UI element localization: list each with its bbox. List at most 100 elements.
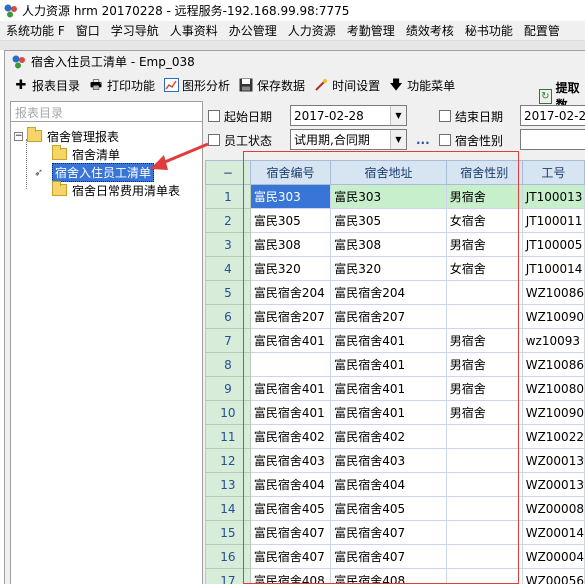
table-cell[interactable]: 富民宿舍207 (330, 304, 447, 329)
table-cell[interactable]: 富民宿舍204 (249, 280, 332, 305)
row-number[interactable]: 1 (205, 184, 251, 209)
table-cell[interactable] (445, 568, 523, 584)
menu-item[interactable]: 人事资料 (164, 22, 223, 39)
start-date-checkbox[interactable] (208, 110, 220, 122)
dorm-gender-input[interactable] (520, 129, 585, 150)
employee-status-checkbox-row[interactable]: 员工状态 (208, 129, 272, 151)
menu-item[interactable]: 系统功能 F (0, 22, 70, 39)
column-header-dorm-no[interactable]: 宿舍编号 (249, 160, 332, 185)
menu-item[interactable]: 绩效考核 (400, 22, 459, 39)
end-date-picker[interactable]: 2017-02-28 (520, 105, 585, 126)
table-cell[interactable]: 富民宿舍408 (330, 568, 447, 584)
table-cell[interactable]: 富民宿舍407 (249, 544, 332, 569)
table-row[interactable]: 5 富民宿舍204 富民宿舍204 WZ10086 (205, 280, 585, 305)
table-cell[interactable]: 男宿舍 (445, 328, 523, 353)
tree-node-resident-list[interactable]: ➶ 宿舍入住员工清单 (34, 162, 155, 182)
table-cell[interactable]: JT100005 (521, 232, 585, 257)
collapse-icon[interactable]: − (14, 131, 23, 141)
row-number[interactable]: 3 (205, 232, 251, 257)
table-cell[interactable]: 富民320 (330, 256, 447, 281)
table-cell[interactable]: 富民303 (249, 184, 332, 209)
table-cell[interactable]: JT100014 (521, 256, 585, 281)
table-cell[interactable]: WZ10022 (521, 424, 585, 449)
table-cell[interactable]: WZ10086 (521, 352, 585, 377)
table-cell[interactable]: 男宿舍 (445, 376, 523, 401)
table-row[interactable]: 12 富民宿舍403 富民宿舍403 WZ00013 (205, 448, 585, 473)
table-cell[interactable]: 富民宿舍405 (330, 496, 447, 521)
table-cell[interactable]: 男宿舍 (445, 400, 523, 425)
row-header-corner[interactable]: − (205, 160, 251, 185)
table-cell[interactable]: 男宿舍 (445, 232, 523, 257)
end-date-checkbox-row[interactable]: 结束日期 (439, 105, 503, 127)
table-cell[interactable]: 富民305 (249, 208, 332, 233)
table-cell[interactable]: WZ00056 (521, 568, 585, 584)
tree-node-daily-expense[interactable]: 宿舍日常费用清单表 (52, 181, 180, 199)
row-number[interactable]: 12 (205, 448, 251, 473)
table-cell[interactable]: 富民宿舍407 (330, 544, 447, 569)
dorm-gender-checkbox-row[interactable]: 宿舍性别 (439, 129, 503, 151)
table-cell[interactable]: 富民宿舍401 (249, 376, 332, 401)
table-cell[interactable]: WZ10086 (521, 280, 585, 305)
table-row[interactable]: 13 富民宿舍404 富民宿舍404 WZ00013 (205, 472, 585, 497)
menu-item[interactable]: 办公管理 (223, 22, 282, 39)
table-cell[interactable]: 富民宿舍402 (330, 424, 447, 449)
table-cell[interactable] (445, 304, 523, 329)
table-cell[interactable]: JT100013 (521, 184, 585, 209)
row-number[interactable]: 9 (205, 376, 251, 401)
start-date-checkbox-row[interactable]: 起始日期 (208, 105, 272, 127)
status-ellipsis-button[interactable]: ... (416, 129, 430, 151)
dorm-gender-checkbox[interactable] (439, 134, 451, 146)
tree-node-dormitory-list[interactable]: 宿舍清单 (52, 145, 120, 163)
print-button[interactable]: 🖶 打印功能 (88, 77, 155, 94)
table-cell[interactable]: 女宿舍 (445, 208, 523, 233)
dropdown-arrow-icon[interactable]: ▼ (390, 130, 406, 149)
menu-item[interactable]: 秘书功能 (459, 22, 518, 39)
row-number[interactable]: 14 (205, 496, 251, 521)
table-cell[interactable] (445, 280, 523, 305)
tree-node-root[interactable]: − 宿舍管理报表 (14, 127, 119, 145)
table-cell[interactable]: 男宿舍 (445, 352, 523, 377)
table-cell[interactable]: 富民宿舍401 (249, 328, 332, 353)
table-cell[interactable] (445, 424, 523, 449)
table-row[interactable]: 4 富民320 富民320 女宿舍 JT100014 (205, 256, 585, 281)
table-cell[interactable]: WZ00013 (521, 472, 585, 497)
table-row[interactable]: 15 富民宿舍407 富民宿舍407 WZ00014 (205, 520, 585, 545)
table-cell[interactable]: 富民宿舍407 (249, 520, 332, 545)
table-cell[interactable]: JT100011 (521, 208, 585, 233)
report-search-input[interactable]: 报表目录 (10, 101, 203, 122)
table-cell[interactable] (445, 544, 523, 569)
table-cell[interactable]: 富民宿舍402 (249, 424, 332, 449)
table-cell[interactable]: WZ00013 (521, 448, 585, 473)
table-cell[interactable] (445, 448, 523, 473)
table-cell[interactable] (445, 520, 523, 545)
table-cell[interactable]: 富民303 (330, 184, 447, 209)
report-catalog-button[interactable]: ✚ 报表目录 (13, 77, 80, 94)
row-number[interactable]: 2 (205, 208, 251, 233)
column-header-dorm-gender[interactable]: 宿舍性别 (445, 160, 523, 185)
table-cell[interactable] (249, 352, 332, 377)
column-header-dorm-address[interactable]: 宿舍地址 (330, 160, 447, 185)
table-cell[interactable]: 富民宿舍204 (330, 280, 447, 305)
row-number[interactable]: 10 (205, 400, 251, 425)
table-cell[interactable]: WZ10090 (521, 304, 585, 329)
table-cell[interactable]: 富民宿舍404 (330, 472, 447, 497)
menu-item[interactable]: 窗口 (70, 22, 105, 39)
row-number[interactable]: 5 (205, 280, 251, 305)
table-row[interactable]: 17 富民宿舍408 富民宿舍408 WZ00056 (205, 568, 585, 584)
table-cell[interactable] (445, 472, 523, 497)
table-cell[interactable]: 富民305 (330, 208, 447, 233)
row-number[interactable]: 6 (205, 304, 251, 329)
function-menu-button[interactable]: 🡇 功能菜单 (388, 77, 455, 94)
table-cell[interactable]: 男宿舍 (445, 184, 523, 209)
table-row[interactable]: 9 富民宿舍401 富民宿舍401 男宿舍 WZ10080 (205, 376, 585, 401)
menu-item[interactable]: 人力资源 (282, 22, 341, 39)
table-row[interactable]: 3 富民308 富民308 男宿舍 JT100005 (205, 232, 585, 257)
table-cell[interactable]: 富民宿舍401 (330, 376, 447, 401)
table-cell[interactable]: 富民宿舍405 (249, 496, 332, 521)
row-number[interactable]: 11 (205, 424, 251, 449)
table-row[interactable]: 10 富民宿舍401 富民宿舍401 男宿舍 WZ10090 (205, 400, 585, 425)
time-settings-button[interactable]: 时间设置 (313, 77, 380, 94)
employee-status-select[interactable]: 试用期,合同期 ▼ (290, 129, 407, 150)
row-number[interactable]: 4 (205, 256, 251, 281)
table-cell[interactable]: WZ10090 (521, 400, 585, 425)
